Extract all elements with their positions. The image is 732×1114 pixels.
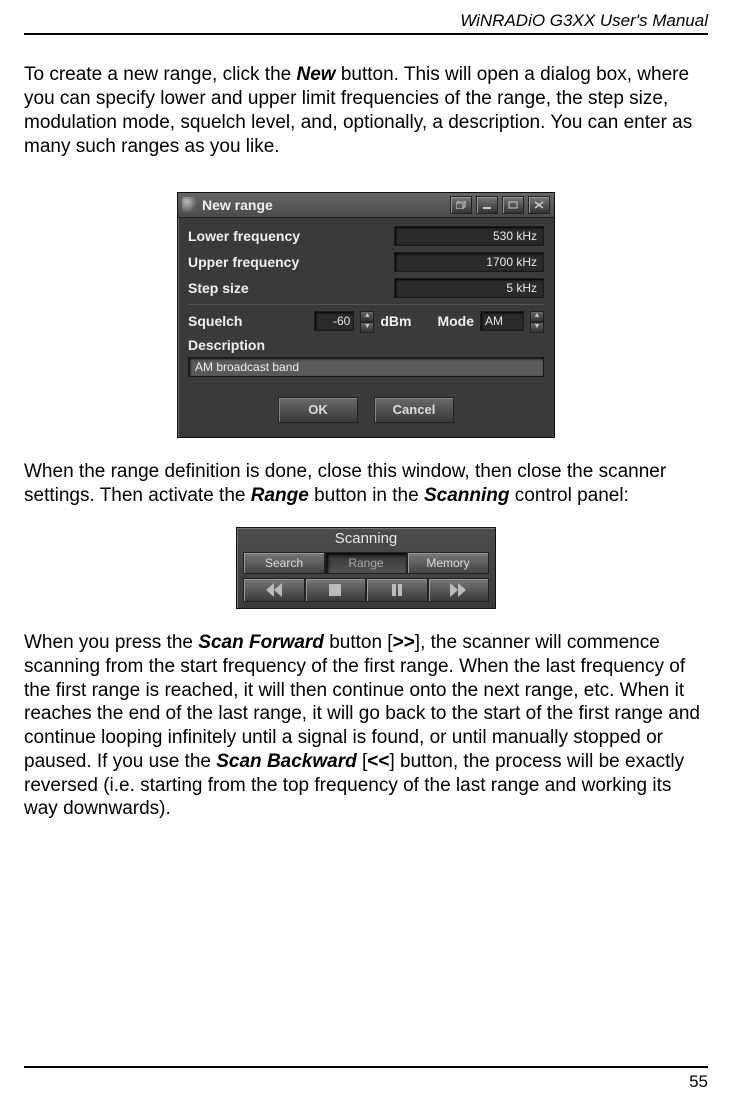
- step-size-input[interactable]: 5 kHz: [394, 278, 544, 298]
- mode-spinner[interactable]: ▲▼: [530, 311, 544, 331]
- maximize-icon[interactable]: [502, 196, 524, 214]
- dialog-titlebar: New range: [178, 193, 554, 218]
- close-icon[interactable]: [528, 196, 550, 214]
- minimize-icon[interactable]: [476, 196, 498, 214]
- range-tab-button[interactable]: Range: [325, 552, 407, 574]
- scanning-title: Scanning: [237, 528, 495, 552]
- squelch-input[interactable]: -60: [314, 311, 354, 331]
- kw-range: Range: [251, 485, 309, 506]
- lower-freq-label: Lower frequency: [188, 228, 300, 246]
- app-icon: [182, 197, 198, 213]
- paragraph-2: When the range definition is done, close…: [24, 460, 708, 508]
- scan-forward-button[interactable]: [428, 578, 490, 602]
- cancel-button[interactable]: Cancel: [374, 397, 454, 423]
- kw-scanning: Scanning: [424, 485, 510, 506]
- ok-button[interactable]: OK: [278, 397, 358, 423]
- upper-freq-label: Upper frequency: [188, 254, 299, 272]
- pause-icon: [389, 583, 405, 597]
- sym-backward: <<: [367, 751, 389, 772]
- lower-freq-input[interactable]: 530 kHz: [394, 226, 544, 246]
- stop-button[interactable]: [305, 578, 367, 602]
- sym-forward: >>: [393, 632, 415, 653]
- stop-icon: [327, 583, 343, 597]
- kw-new: New: [296, 64, 335, 85]
- manual-title: WiNRADiO G3XX User's Manual: [460, 10, 708, 31]
- paragraph-1: To create a new range, click the New but…: [24, 63, 708, 158]
- scan-backward-button[interactable]: [243, 578, 305, 602]
- description-input[interactable]: AM broadcast band: [188, 357, 544, 377]
- rewind-icon: [266, 583, 282, 597]
- squelch-spinner[interactable]: ▲▼: [360, 311, 374, 331]
- mode-input[interactable]: AM: [480, 311, 524, 331]
- paragraph-3: When you press the Scan Forward button […: [24, 631, 708, 821]
- new-range-dialog: New range Lower frequency 530 kHz Upper …: [177, 192, 555, 438]
- page-footer: 55: [24, 1066, 708, 1092]
- upper-freq-input[interactable]: 1700 kHz: [394, 252, 544, 272]
- pause-button[interactable]: [366, 578, 428, 602]
- page-header: WiNRADiO G3XX User's Manual: [24, 0, 708, 35]
- mode-label: Mode: [437, 313, 474, 331]
- fast-forward-icon: [450, 583, 466, 597]
- search-tab-button[interactable]: Search: [243, 552, 325, 574]
- squelch-label: Squelch: [188, 313, 242, 331]
- scanning-panel: Scanning Search Range Memory: [236, 527, 496, 609]
- description-label: Description: [188, 337, 265, 353]
- restore-icon[interactable]: [450, 196, 472, 214]
- step-size-label: Step size: [188, 280, 249, 298]
- squelch-unit: dBm: [380, 313, 411, 331]
- kw-scan-forward: Scan Forward: [198, 632, 324, 653]
- kw-scan-backward: Scan Backward: [216, 751, 356, 772]
- page-number: 55: [689, 1071, 708, 1092]
- memory-tab-button[interactable]: Memory: [407, 552, 489, 574]
- dialog-title: New range: [202, 197, 446, 215]
